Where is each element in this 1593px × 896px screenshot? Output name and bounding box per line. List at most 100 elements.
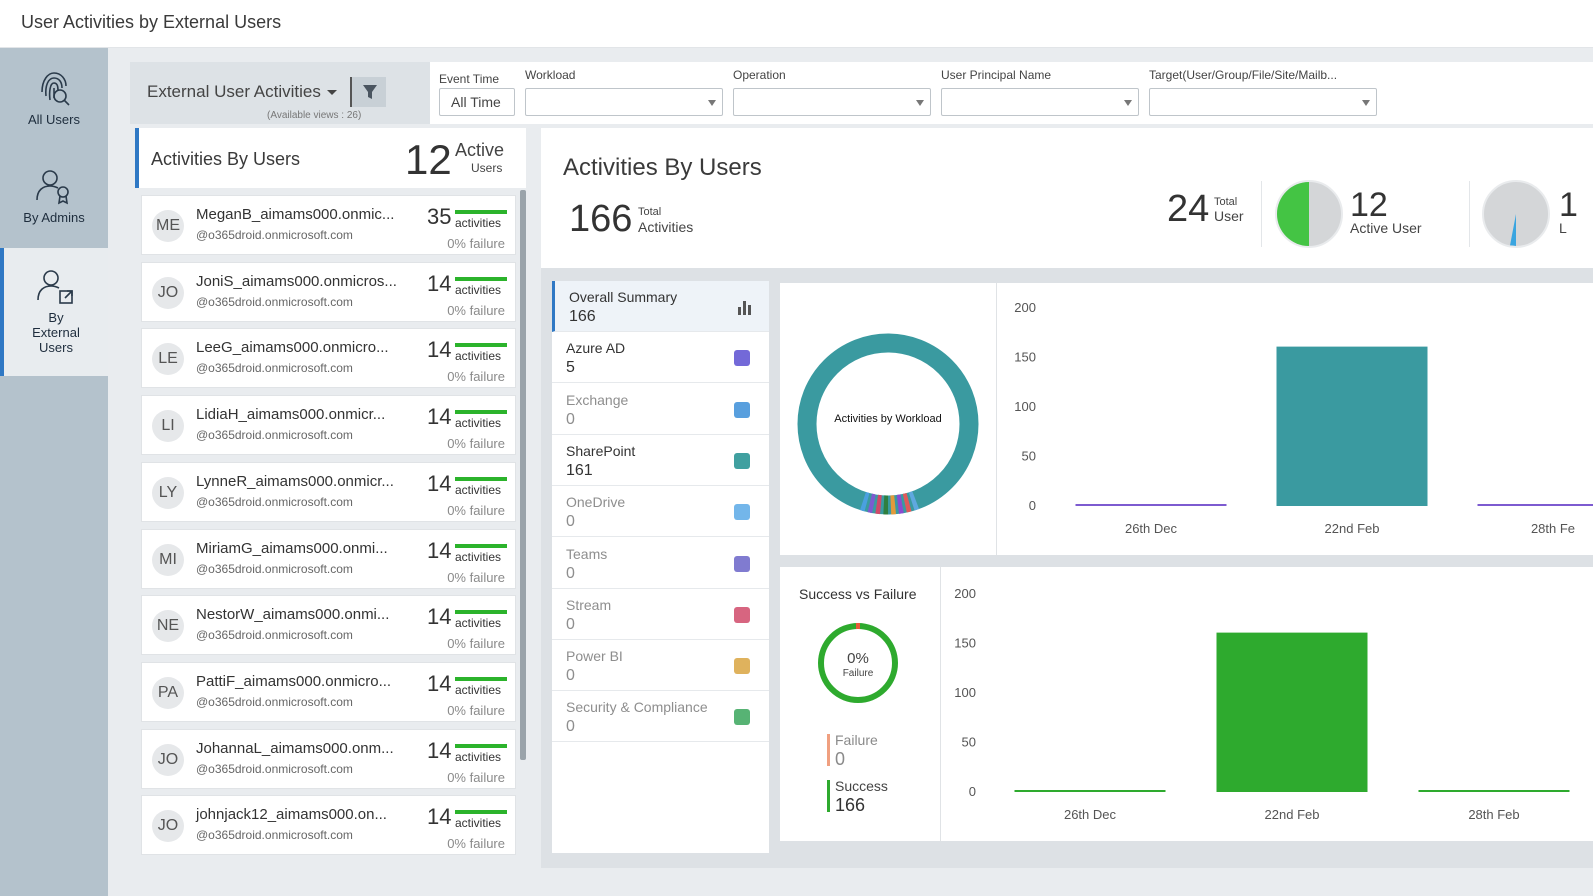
- y-tick-label: 0: [1029, 498, 1036, 513]
- workload-name: Stream: [566, 596, 612, 613]
- activities-label: activities: [455, 682, 502, 697]
- bar-chart-icon: [738, 301, 751, 315]
- activity-count: 14: [427, 537, 452, 563]
- donut-segment: [860, 491, 870, 512]
- left-nav: All Users By Admins By External Users: [0, 48, 108, 896]
- user-card[interactable]: PA PattiF_aimams000.onmicro... @o365droid.…: [141, 661, 516, 722]
- failure-rate: 0% failure: [447, 302, 505, 318]
- nav-by-external-users[interactable]: By External Users: [0, 248, 108, 376]
- users-scrollbar[interactable]: [520, 190, 526, 760]
- activity-count: 14: [427, 737, 452, 763]
- stream-icon: [734, 606, 750, 623]
- target-select[interactable]: [1149, 88, 1377, 116]
- user-card[interactable]: LI LidiaH_aimams000.onmicr... @o365droid.o…: [141, 395, 516, 456]
- workload-item[interactable]: Teams 0: [552, 538, 769, 589]
- total-users-label-2: User: [1214, 208, 1244, 224]
- operation-select[interactable]: [733, 88, 931, 116]
- user-card[interactable]: NE NestorW_aimams000.onmi... @o365droid.on…: [141, 595, 516, 656]
- user-name: JohannaL_aimams000.onm...: [196, 739, 394, 757]
- divider: [1261, 181, 1262, 247]
- activity-count: 35: [427, 204, 452, 229]
- activities-label: activities: [455, 749, 502, 764]
- donut-segment: [902, 493, 912, 513]
- nav-by-admins[interactable]: By Admins: [0, 166, 108, 225]
- y-tick-label: 150: [954, 636, 976, 651]
- filter-button[interactable]: [350, 77, 386, 107]
- user-card[interactable]: JO johnjack12_aimams000.on... @o365droid.o…: [141, 795, 516, 856]
- user-domain: @o365droid.onmicrosoft.com: [196, 761, 353, 776]
- user-card[interactable]: JO JoniS_aimams000.onmicros... @o365droid.…: [141, 261, 516, 322]
- upn-select[interactable]: [941, 88, 1139, 116]
- users-panel-header: Activities By Users 12 Active Users: [135, 128, 526, 188]
- activities-label: activities: [455, 216, 502, 230]
- bar[interactable]: [1418, 790, 1570, 792]
- workload-item[interactable]: Power BI 0: [552, 640, 769, 692]
- user-domain: @o365droid.onmicrosoft.com: [196, 828, 353, 843]
- workload-name: Overall Summary: [569, 289, 678, 305]
- available-views: (Available views : 26): [267, 110, 362, 121]
- powerbi-icon: [734, 658, 750, 675]
- user-card[interactable]: ME MeganB_aimams000.onmic... @o365droid.on…: [141, 195, 516, 255]
- user-card[interactable]: MI MiriamG_aimams000.onmi... @o365droid.on…: [141, 528, 516, 589]
- avatar: PA: [152, 676, 184, 709]
- sharepoint-icon: [734, 452, 750, 469]
- success-legend-label: Success: [835, 778, 888, 794]
- failure-pct-label: Failure: [842, 668, 874, 679]
- top-bar: User Activities by External Users: [0, 0, 1593, 48]
- donut-segment: [896, 494, 904, 514]
- event-time-button[interactable]: All Time: [439, 88, 515, 116]
- workload-item[interactable]: SharePoint 161: [552, 435, 769, 486]
- workload-item[interactable]: Exchange 0: [552, 384, 769, 435]
- view-dropdown[interactable]: External User Activities: [147, 82, 337, 102]
- workload-name: SharePoint: [566, 442, 636, 459]
- active-label: Active: [455, 140, 505, 160]
- bar[interactable]: [1216, 632, 1368, 792]
- view-name: External User Activities: [147, 82, 321, 101]
- nav-all-users-label: All Users: [27, 112, 80, 127]
- failure-legend-label: Failure: [835, 732, 878, 748]
- user-card[interactable]: LE LeeG_aimams000.onmicro... @o365droid.on…: [141, 328, 516, 389]
- x-tick-label: 26th Dec: [1125, 521, 1178, 536]
- workload-select[interactable]: [525, 88, 723, 116]
- failure-pct: 0%: [847, 650, 869, 667]
- failure-rate: 0% failure: [447, 369, 505, 385]
- user-domain: @o365droid.onmicrosoft.com: [196, 228, 353, 242]
- y-tick-label: 100: [1014, 399, 1036, 414]
- workload-item[interactable]: Stream 0: [552, 589, 769, 640]
- workload-donut: Activities by Workload: [797, 333, 979, 515]
- activity-bar: [455, 610, 507, 615]
- bar[interactable]: [1477, 504, 1593, 506]
- x-tick-label: 22nd Feb: [1265, 807, 1320, 822]
- teams-icon: [734, 555, 750, 572]
- workload-name: Teams: [566, 545, 608, 562]
- workload-item[interactable]: Azure AD 5: [552, 332, 769, 384]
- caret-down-icon: [326, 90, 337, 96]
- user-name: MiriamG_aimams000.onmi...: [196, 539, 388, 557]
- user-name: LynneR_aimams000.onmicr...: [196, 472, 394, 490]
- user-card[interactable]: JO JohannaL_aimams000.onm... @o365droid.on…: [141, 728, 516, 789]
- workload-count: 5: [566, 359, 575, 377]
- y-tick-label: 50: [962, 735, 976, 750]
- total-activities-value: 166: [569, 198, 633, 240]
- workload-item[interactable]: Overall Summary 166: [552, 281, 769, 332]
- bar[interactable]: [1075, 504, 1227, 506]
- bar[interactable]: [1014, 790, 1166, 792]
- x-tick-label: 26th Dec: [1064, 807, 1117, 822]
- fingerprint-icon: [0, 68, 108, 108]
- user-card[interactable]: LY LynneR_aimams000.onmicr... @o365droid.o…: [141, 461, 516, 522]
- workload-item[interactable]: OneDrive 0: [552, 486, 769, 538]
- activity-count: 14: [427, 470, 452, 496]
- workload-name: Security & Compliance: [566, 699, 708, 716]
- activity-count: 14: [427, 404, 452, 430]
- activity-count: 14: [427, 270, 452, 296]
- workload-item[interactable]: Security & Compliance 0: [552, 691, 769, 743]
- nav-all-users[interactable]: All Users: [0, 68, 108, 127]
- nav-by-external-label-1: By: [48, 310, 64, 325]
- bar[interactable]: [1276, 346, 1428, 506]
- avatar: JO: [152, 743, 184, 776]
- active-user-label: Active User: [1350, 220, 1422, 236]
- y-tick-label: 50: [1022, 449, 1036, 464]
- success-failure-title: Success vs Failure: [799, 586, 917, 602]
- external-user-icon: [4, 266, 108, 306]
- y-tick-label: 200: [1014, 300, 1036, 315]
